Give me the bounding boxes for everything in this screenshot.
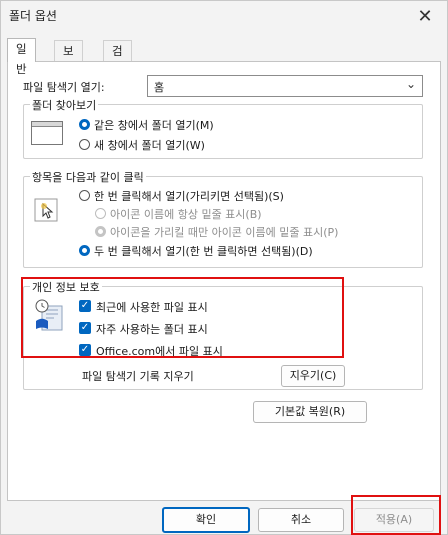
radio-same-window[interactable]: [79, 119, 90, 130]
radio-underline-always[interactable]: [95, 208, 106, 219]
apply-highlight-box: [351, 495, 441, 535]
window-title: 폴더 옵션: [9, 9, 57, 23]
single-click-label[interactable]: 한 번 클릭해서 열기(가리키면 선택됨)(S): [94, 188, 284, 204]
radio-single-click[interactable]: [79, 190, 90, 201]
tab-search[interactable]: 검색: [103, 40, 132, 78]
explorer-open-label: 파일 탐색기 열기:: [23, 81, 105, 94]
click-cursor-icon: [34, 198, 58, 222]
click-items-group: 항목을 다음과 같이 클릭 한 번 클릭해서 열기(가리키면 선택됨)(S) 아…: [23, 169, 423, 268]
radio-new-window[interactable]: [79, 139, 90, 150]
explorer-open-select[interactable]: 홈 ⌄: [147, 75, 423, 97]
new-window-label[interactable]: 새 창에서 폴더 열기(W): [94, 137, 205, 153]
underline-always-label[interactable]: 아이콘 이름에 항상 밑줄 표시(B): [110, 206, 262, 222]
explorer-open-value: 홈: [154, 81, 165, 94]
double-click-label[interactable]: 두 번 클릭해서 열기(한 번 클릭하면 선택됨)(D): [94, 243, 313, 259]
close-icon[interactable]: ✕: [413, 5, 437, 29]
underline-hover-label[interactable]: 아이콘을 가리킬 때만 아이콘 이름에 밑줄 표시(P): [110, 224, 338, 240]
tab-general[interactable]: 일반: [7, 38, 36, 76]
browse-folders-group: 폴더 찾아보기 같은 창에서 폴더 열기(M) 새 창에서 폴더 열기(W): [23, 97, 423, 159]
radio-double-click[interactable]: [79, 245, 90, 256]
same-window-label[interactable]: 같은 창에서 폴더 열기(M): [94, 117, 214, 133]
ok-button[interactable]: 확인: [162, 507, 250, 533]
cancel-button[interactable]: 취소: [258, 508, 344, 532]
title-bar: 폴더 옵션 ✕: [1, 1, 447, 33]
folder-options-window: 폴더 옵션 ✕ 일반 보기 검색 파일 탐색기 열기: 홈 ⌄ 폴더 찾아보기 …: [0, 0, 448, 535]
clear-history-button[interactable]: 지우기(C): [281, 365, 345, 387]
clear-history-label: 파일 탐색기 기록 지우기: [82, 370, 194, 383]
tab-view[interactable]: 보기: [54, 40, 83, 78]
click-items-legend: 항목을 다음과 같이 클릭: [30, 169, 146, 185]
restore-defaults-button[interactable]: 기본값 복원(R): [253, 401, 367, 423]
browse-folders-legend: 폴더 찾아보기: [30, 97, 99, 113]
chevron-down-icon: ⌄: [405, 77, 416, 91]
privacy-highlight-box: [21, 277, 344, 358]
window-icon: [31, 121, 63, 145]
radio-underline-hover[interactable]: [95, 226, 106, 237]
